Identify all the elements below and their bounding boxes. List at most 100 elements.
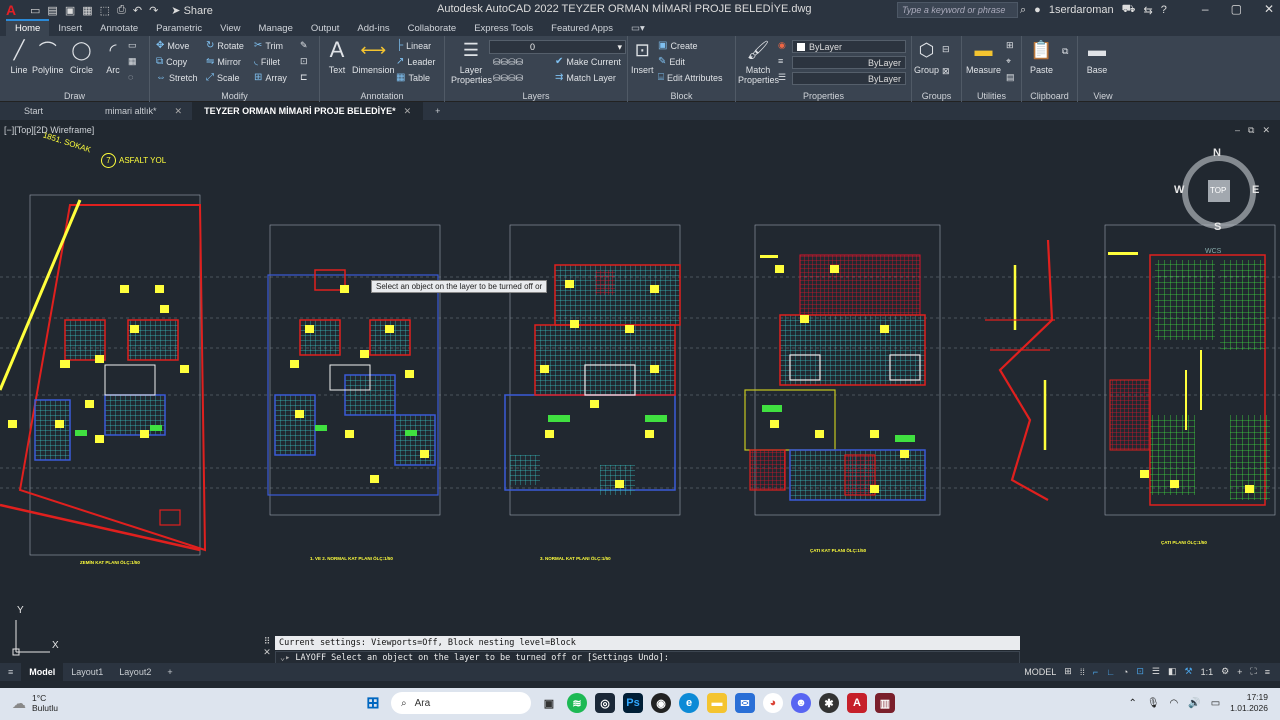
viewcube-top-face[interactable]: TOP <box>1210 186 1226 195</box>
tab-express-tools[interactable]: Express Tools <box>465 21 542 36</box>
infer-icon[interactable]: ⌐ <box>1093 667 1098 677</box>
id-point-icon[interactable]: ⌖ <box>1006 56 1011 67</box>
dimension-button[interactable]: ⟷ Dimension <box>352 39 395 76</box>
web-save-icon[interactable]: ⬚ <box>100 4 110 17</box>
wcs-menu[interactable]: WCS <box>1205 248 1221 255</box>
polar-icon[interactable]: ◔ <box>1123 667 1128 677</box>
a360-icon[interactable]: ⇆ <box>1144 4 1153 17</box>
tab-featured-apps[interactable]: Featured Apps <box>542 21 622 36</box>
autocad-logo-icon[interactable]: A <box>0 0 22 20</box>
drawing-area[interactable]: [−][Top][2D Wireframe] – ⧉ ✕ N W E S TOP… <box>0 120 1280 663</box>
tray-overflow-icon[interactable]: ⌃ <box>1128 698 1136 709</box>
erase-icon[interactable]: ✎ <box>300 40 308 51</box>
open-file-icon[interactable]: ▤ <box>47 4 57 17</box>
layer-properties-button[interactable]: ☰ Layer Properties <box>451 39 492 86</box>
snap-icon[interactable]: ⁞⁞ <box>1080 667 1085 677</box>
hatch-icon[interactable]: ▦ <box>128 56 137 67</box>
fillet-button[interactable]: ◟ Fillet <box>254 56 280 67</box>
draw-panel-title[interactable]: Draw <box>0 91 149 101</box>
match-layer-button[interactable]: ⇉ Match Layer <box>555 72 616 83</box>
explode-icon[interactable]: ⊡ <box>300 56 308 67</box>
layers-panel-title[interactable]: Layers <box>445 91 627 101</box>
add-layout-plus-icon[interactable]: + <box>159 663 180 681</box>
copy-button[interactable]: ⧉ Copy <box>156 56 187 67</box>
new-file-icon[interactable]: ▭ <box>30 4 40 17</box>
quick-calc-icon[interactable]: ⊞ <box>1006 40 1014 51</box>
make-current-button[interactable]: ✔ Make Current <box>555 56 621 67</box>
search-icon[interactable]: ⌕ <box>1020 4 1026 17</box>
edit-attributes-button[interactable]: ⌸ Edit Attributes <box>658 72 723 83</box>
create-block-button[interactable]: ▣ Create <box>658 40 697 51</box>
battery-icon[interactable]: ▭ <box>1211 698 1220 709</box>
edit-block-button[interactable]: ✎ Edit <box>658 56 685 67</box>
tab-collaborate[interactable]: Collaborate <box>399 21 466 36</box>
viewport-close-icon[interactable]: ✕ <box>1262 125 1270 136</box>
ungroup-icon[interactable]: ⊟ <box>942 44 950 55</box>
copy-clip-icon[interactable]: ⧉ <box>1062 46 1068 57</box>
viewport-restore-icon[interactable]: ⧉ <box>1248 125 1254 136</box>
viewport-minimize-icon[interactable]: – <box>1235 125 1240 136</box>
annotation-panel-title[interactable]: Annotation <box>320 91 444 101</box>
viewcube-east[interactable]: E <box>1252 184 1259 196</box>
layer-tool-icons-row1[interactable]: ⛁⛁⛁⛁ <box>493 57 523 68</box>
rotate-button[interactable]: ↻ Rotate <box>206 40 244 51</box>
discord-icon[interactable]: ☻ <box>791 693 811 713</box>
taskbar-search[interactable]: ⌕ Ara <box>391 692 531 714</box>
move-button[interactable]: ✥ Move <box>156 40 189 51</box>
base-view-button[interactable]: ▬ Base <box>1086 39 1108 76</box>
microphone-icon[interactable]: 🎙 <box>1147 698 1160 709</box>
lineweight-toggle-icon[interactable]: ☰ <box>1152 666 1160 677</box>
maximize-icon[interactable]: ▢ <box>1231 2 1242 16</box>
outlook-icon[interactable]: ✉ <box>735 693 755 713</box>
user-name[interactable]: 1serdaroman <box>1049 4 1114 16</box>
insert-button[interactable]: ⊡ Insert <box>631 39 654 76</box>
file-explorer-icon[interactable]: ▬ <box>707 693 727 713</box>
tab-layout2[interactable]: Layout2 <box>111 663 159 681</box>
workspace-gear-icon[interactable]: ⚙ <box>1221 666 1229 677</box>
close-icon[interactable]: ✕ <box>404 106 412 117</box>
tab-insert[interactable]: Insert <box>49 21 91 36</box>
edge-icon[interactable]: e <box>679 693 699 713</box>
clock[interactable]: 17:19 1.01.2026 <box>1230 692 1268 714</box>
autocad-taskbar-icon[interactable]: A <box>847 693 867 713</box>
spotify-icon[interactable]: ≋ <box>567 693 587 713</box>
circle-button[interactable]: ◯ Circle <box>70 39 93 76</box>
group-button[interactable]: ⬡ Group <box>914 39 939 76</box>
tab-layout1[interactable]: Layout1 <box>63 663 111 681</box>
tab-view[interactable]: View <box>211 21 249 36</box>
tab-parametric[interactable]: Parametric <box>147 21 211 36</box>
minimize-icon[interactable]: – <box>1202 2 1209 16</box>
redo-icon[interactable]: ↷ <box>149 4 158 17</box>
layout-tabs-menu-icon[interactable]: ≡ <box>0 663 21 681</box>
doc-tab-teyzer[interactable]: TEYZER ORMAN MİMARİ PROJE BELEDİYE* ✕ <box>192 102 424 120</box>
utilities-panel-title[interactable]: Utilities <box>962 91 1021 101</box>
polyline-button[interactable]: ⌒ Polyline <box>32 39 64 75</box>
paste-button[interactable]: 📋 Paste <box>1030 39 1053 76</box>
volume-icon[interactable]: 🔊 <box>1188 698 1200 709</box>
steam-icon[interactable]: ◎ <box>595 693 615 713</box>
github-icon[interactable]: ◉ <box>651 693 671 713</box>
viewcube-north[interactable]: N <box>1213 147 1221 159</box>
osnap-icon[interactable]: ⊡ <box>1136 666 1144 677</box>
chrome-icon[interactable]: ◕ <box>763 693 783 713</box>
photoshop-icon[interactable]: Ps <box>623 693 643 713</box>
tab-model[interactable]: Model <box>21 663 64 681</box>
ribbon-minimize-icon[interactable]: ▭▾ <box>622 21 654 36</box>
doc-tab-mimari[interactable]: mimari altlık* ✕ <box>93 102 192 120</box>
viewcube-west[interactable]: W <box>1174 184 1184 196</box>
tab-add-ins[interactable]: Add-ins <box>348 21 398 36</box>
rectangle-icon[interactable]: ▭ <box>128 40 137 51</box>
modify-panel-title[interactable]: Modify <box>150 91 319 101</box>
layer-tool-icons-row2[interactable]: ⛁⛁⛁⛁ <box>493 73 523 84</box>
trim-button[interactable]: ✂ Trim <box>254 40 283 51</box>
task-view-icon[interactable]: ▣ <box>539 693 559 713</box>
measure-button[interactable]: ▬ Measure <box>966 39 1001 76</box>
tab-annotate[interactable]: Annotate <box>91 21 147 36</box>
draw-more-icon[interactable]: ◌ <box>128 72 133 82</box>
array-button[interactable]: ⊞ Array <box>254 72 287 83</box>
share-button[interactable]: ➤ Share <box>171 4 213 17</box>
table-button[interactable]: ▦ Table <box>396 72 430 83</box>
properties-panel-title[interactable]: Properties <box>736 91 911 101</box>
help-icon[interactable]: ? <box>1161 4 1167 16</box>
leader-button[interactable]: ↗ Leader <box>396 56 435 67</box>
